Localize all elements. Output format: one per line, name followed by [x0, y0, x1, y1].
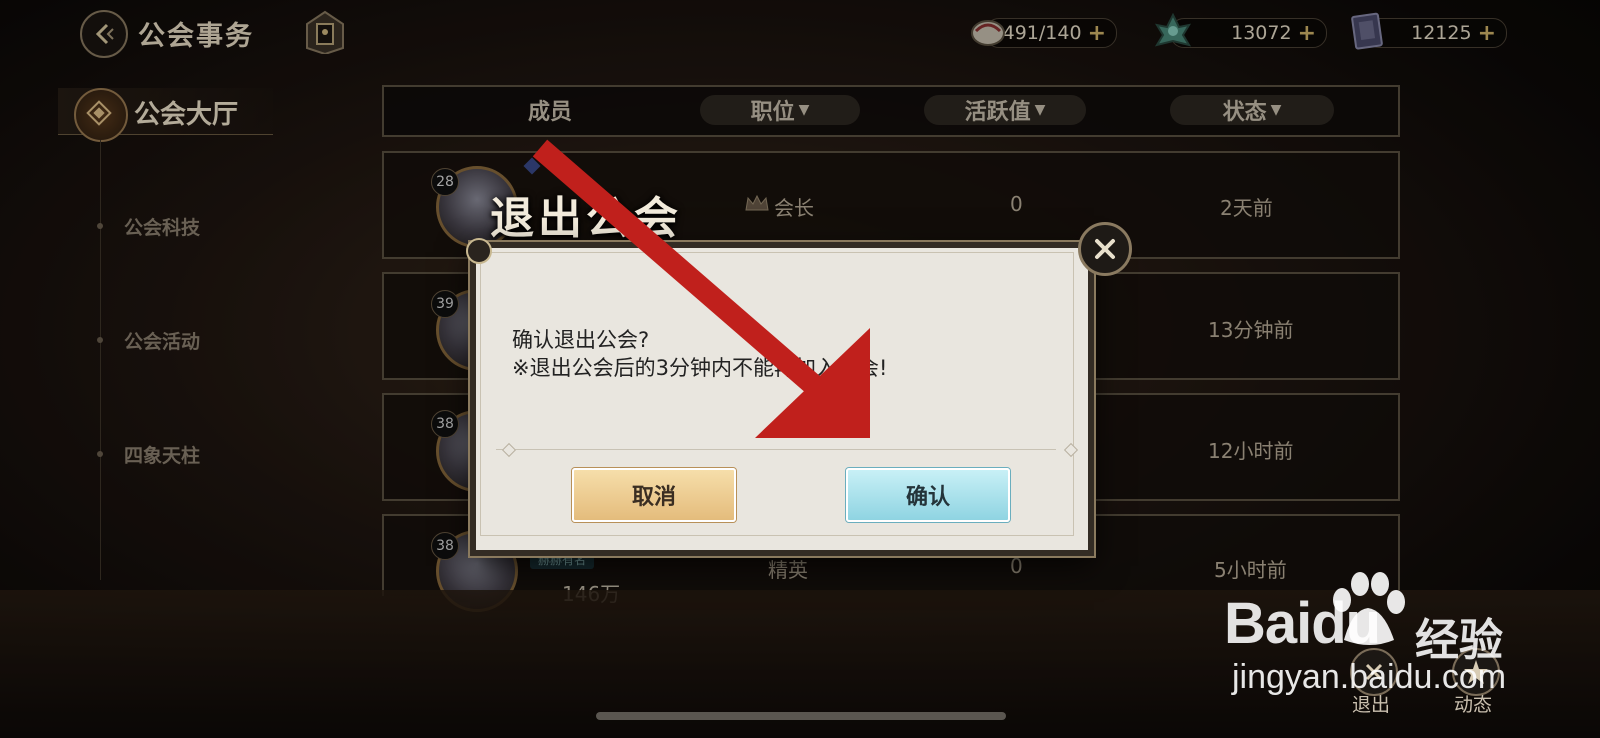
cancel-button[interactable]: 取消	[572, 468, 736, 522]
annotation-arrow-icon	[532, 139, 870, 438]
confirm-button[interactable]: 确认	[846, 468, 1010, 522]
watermark-brand: Baidu	[1224, 591, 1381, 656]
home-indicator[interactable]	[596, 712, 1006, 720]
corner-ornament-icon	[466, 238, 492, 264]
watermark-url: jingyan.baidu.com	[1232, 658, 1507, 696]
close-icon	[1095, 239, 1115, 259]
close-dialog-button[interactable]	[1078, 222, 1132, 276]
